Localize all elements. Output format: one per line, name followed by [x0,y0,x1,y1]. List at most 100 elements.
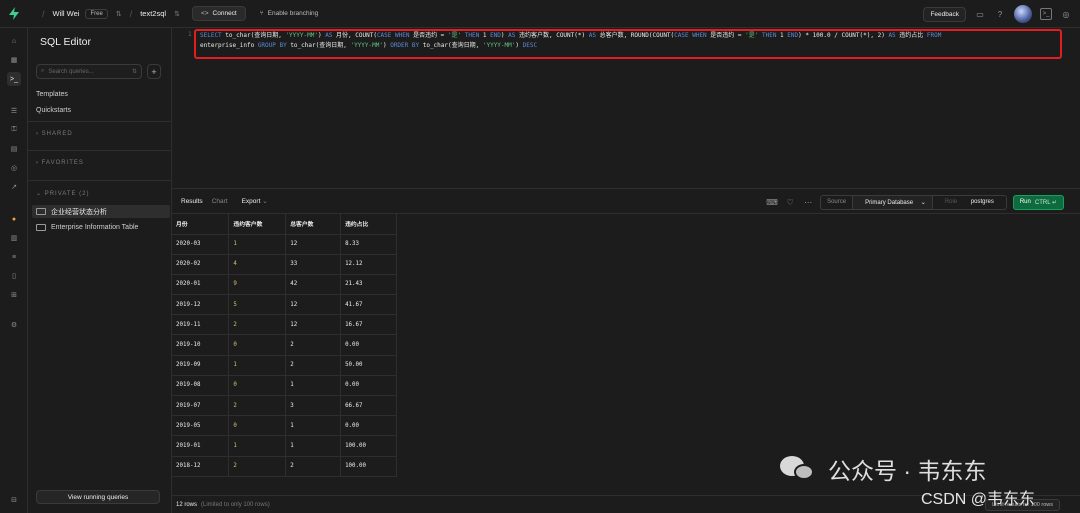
table-cell[interactable]: 1 [228,355,287,376]
table-cell[interactable]: 4 [228,254,287,275]
table-cell[interactable]: 12 [285,294,342,316]
home-icon[interactable]: ⌂ [7,34,21,48]
table-cell[interactable]: 2019-01 [172,435,230,457]
table-cell[interactable]: 100.00 [340,456,397,477]
sort-icon[interactable]: ⇅ [132,68,137,75]
project-name[interactable]: text2sql [140,9,166,18]
assistant-icon[interactable]: ◎ [1060,8,1072,20]
table-row[interactable]: 2019-11 2 12 16.67 [172,314,397,336]
settings-gear-icon[interactable]: ⚙ [7,318,21,332]
table-cell[interactable]: 16.67 [340,314,397,336]
table-cell[interactable]: 100.00 [340,435,397,457]
column-header[interactable]: 违约客户数 [228,214,287,235]
table-cell[interactable]: 2 [228,456,287,477]
advisors-icon[interactable]: ● [7,212,21,226]
help-icon[interactable]: ? [994,8,1006,20]
keyboard-icon[interactable]: ⌨ [766,196,778,208]
storage-icon[interactable]: ▤ [7,142,21,156]
favorite-heart-icon[interactable]: ♡ [784,196,796,208]
table-cell[interactable]: 9 [228,274,287,296]
table-cell[interactable]: 33 [285,254,342,275]
table-cell[interactable]: 2019-10 [172,334,230,356]
sql-text[interactable]: SELECT to_char(查询日期, 'YYYY-MM') AS 月份, C… [200,31,1060,51]
table-cell[interactable]: 12.12 [340,254,397,275]
org-name[interactable]: Will Wei [53,9,80,18]
table-row[interactable]: 2019-05 0 1 0.00 [172,415,397,437]
table-cell[interactable]: 0.00 [340,415,397,437]
avatar[interactable] [1014,5,1032,23]
table-cell[interactable]: 66.67 [340,395,397,417]
section-favorites[interactable]: › FAVORITES [36,160,84,166]
section-shared[interactable]: › SHARED [36,131,73,137]
table-cell[interactable]: 2020-02 [172,254,230,275]
table-cell[interactable]: 2019-08 [172,375,230,397]
table-cell[interactable]: 2019-11 [172,314,230,336]
realtime-icon[interactable]: ◎ [7,161,21,175]
table-cell[interactable]: 42 [285,274,342,296]
templates-link[interactable]: Templates [36,91,68,98]
table-cell[interactable]: 2019-09 [172,355,230,376]
table-row[interactable]: 2019-01 1 1 100.00 [172,435,397,457]
auth-icon[interactable]: ⚿ [7,123,21,137]
table-cell[interactable]: 0 [228,375,287,397]
table-cell[interactable]: 1 [285,415,342,437]
table-cell[interactable]: 21.43 [340,274,397,296]
table-row[interactable]: 2020-01 9 42 21.43 [172,274,397,296]
table-cell[interactable]: 1 [228,435,287,457]
quickstarts-link[interactable]: Quickstarts [36,107,71,114]
tab-results[interactable]: Results [181,198,203,205]
enable-branching-button[interactable]: ⑂ Enable branching [260,10,319,17]
table-cell[interactable]: 1 [228,234,287,255]
table-cell[interactable]: 3 [285,395,342,417]
table-row[interactable]: 2019-10 0 2 0.00 [172,334,397,356]
query-item-enterprise-status[interactable]: 企业经营状态分析 [32,205,170,218]
table-row[interactable]: 2019-12 5 12 41.67 [172,294,397,316]
column-header[interactable]: 违约占比 [340,214,397,235]
collapse-icon[interactable]: ⊟ [7,493,21,507]
edge-functions-icon[interactable]: ↗ [7,180,21,194]
table-cell[interactable]: 2019-07 [172,395,230,417]
table-cell[interactable]: 0.00 [340,334,397,356]
table-cell[interactable]: 0 [228,334,287,356]
table-row[interactable]: 2019-08 0 1 0.00 [172,375,397,397]
table-editor-icon[interactable]: ▦ [7,53,21,67]
integrations-icon[interactable]: ⊞ [7,288,21,302]
table-row[interactable]: 2020-03 1 12 8.33 [172,234,397,255]
code-editor[interactable]: 1 SELECT to_char(查询日期, 'YYYY-MM') AS 月份,… [172,28,1080,188]
api-docs-icon[interactable]: ▯ [7,269,21,283]
table-cell[interactable]: 2019-12 [172,294,230,316]
column-header[interactable]: 总客户数 [285,214,342,235]
more-icon[interactable]: ⋯ [802,196,814,208]
sql-editor-icon[interactable]: >_ [7,72,21,86]
table-cell[interactable]: 1 [285,435,342,457]
reports-icon[interactable]: ▥ [7,231,21,245]
search-queries-input[interactable]: ⌕ Search queries... ⇅ [36,64,142,79]
table-cell[interactable]: 2020-03 [172,234,230,255]
table-cell[interactable]: 2019-05 [172,415,230,437]
feedback-button[interactable]: Feedback [923,6,966,22]
results-grid[interactable]: 月份 违约客户数 总客户数 违约占比 2020-03 1 12 8.33 2020-02 4 33… [172,214,397,477]
supabase-logo-icon[interactable] [0,0,28,28]
table-cell[interactable]: 2 [228,314,287,336]
table-cell[interactable]: 12 [285,314,342,336]
chevron-updown-icon[interactable]: ⇅ [174,10,180,18]
column-header[interactable]: 月份 [172,214,230,235]
table-row[interactable]: 2018-12 2 2 100.00 [172,456,397,477]
connect-button[interactable]: <> Connect [191,6,246,21]
tab-chart[interactable]: Chart [212,198,228,205]
table-cell[interactable]: 41.67 [340,294,397,316]
terminal-icon[interactable]: >_ [1040,8,1052,20]
table-row[interactable]: 2019-07 2 3 66.67 [172,395,397,417]
section-private[interactable]: ⌄ PRIVATE (2) [36,190,90,197]
table-cell[interactable]: 2018-12 [172,456,230,477]
table-row[interactable]: 2020-02 4 33 12.12 [172,254,397,275]
table-cell[interactable]: 2 [285,456,342,477]
table-cell[interactable]: 2020-01 [172,274,230,296]
table-cell[interactable]: 50.00 [340,355,397,376]
table-cell[interactable]: 2 [285,355,342,376]
table-row[interactable]: 2019-09 1 2 50.00 [172,355,397,376]
source-selector[interactable]: Source Primary Database ⌄ Role postgres [820,194,1007,210]
view-running-queries-button[interactable]: View running queries [36,490,160,504]
table-cell[interactable]: 0.00 [340,375,397,397]
role-select[interactable]: Role postgres [931,195,1006,209]
